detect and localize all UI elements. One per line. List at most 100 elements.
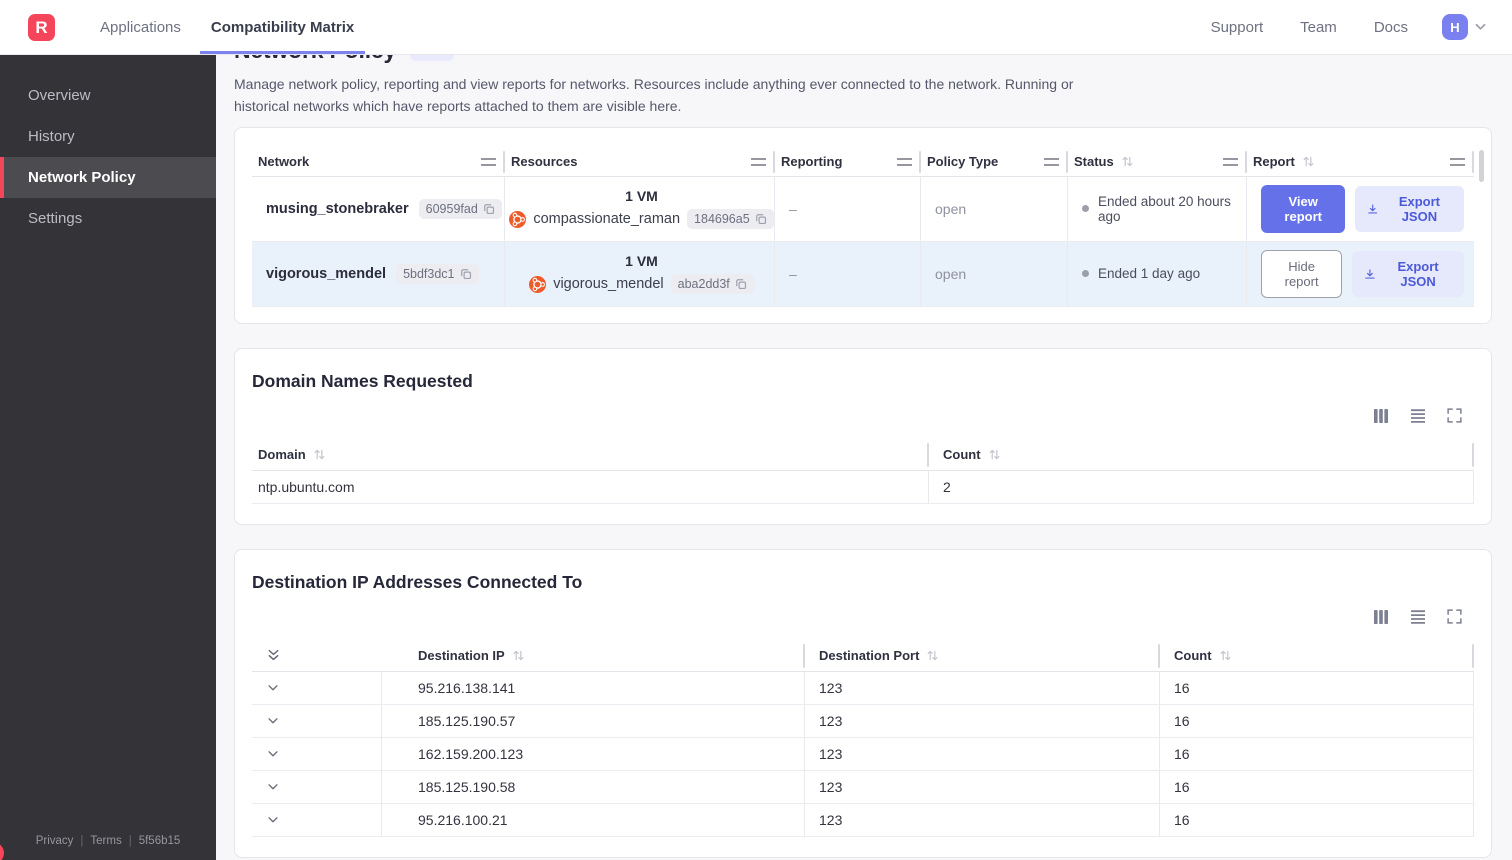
app-logo[interactable]: R xyxy=(28,14,55,41)
nav-link-support[interactable]: Support xyxy=(1211,19,1264,36)
sort-icon[interactable] xyxy=(1302,156,1315,167)
column-header-network: Network xyxy=(252,148,505,176)
resize-handle-icon[interactable] xyxy=(897,157,912,166)
network-name: musing_stonebraker xyxy=(266,200,409,217)
destination-port-value: 123 xyxy=(805,803,1160,836)
copy-id-badge[interactable]: 60959fad xyxy=(418,198,502,219)
sort-icon[interactable] xyxy=(926,650,939,661)
build-hash: 5f56b15 xyxy=(138,835,181,847)
resize-handle-icon[interactable] xyxy=(481,157,496,166)
footer-divider: | xyxy=(128,835,132,847)
domain-table-header: Domain Count xyxy=(252,440,1474,471)
sidebar-item-network-policy[interactable]: Network Policy xyxy=(0,157,216,198)
export-json-button[interactable]: Export JSON xyxy=(1355,185,1464,232)
logo-letter: R xyxy=(35,17,48,37)
resize-handle-icon[interactable] xyxy=(1223,157,1238,166)
nav-link-team[interactable]: Team xyxy=(1300,19,1337,36)
sort-icon[interactable] xyxy=(512,650,525,661)
fullscreen-icon[interactable] xyxy=(1447,609,1462,624)
expand-row-button[interactable] xyxy=(252,671,382,704)
column-header-policy-type: Policy Type xyxy=(921,148,1068,176)
status-dot xyxy=(1082,270,1089,278)
sidebar-item-settings[interactable]: Settings xyxy=(0,198,216,239)
column-header-resources: Resources xyxy=(505,148,775,176)
network-id: 5bdf3dc1 xyxy=(403,266,455,281)
top-navbar: R Applications Compatibility Matrix Supp… xyxy=(0,0,1512,55)
hide-report-button[interactable]: Hide report xyxy=(1261,249,1343,298)
column-label[interactable]: Status xyxy=(1074,154,1114,169)
network-table-row[interactable]: vigorous_mendel 5bdf3dc1 1 VM vigorous_m… xyxy=(252,241,1474,307)
tab-applications[interactable]: Applications xyxy=(89,0,192,54)
column-label[interactable]: Count xyxy=(1174,648,1212,663)
policy-type-value: open xyxy=(921,176,1068,241)
column-label[interactable]: Report xyxy=(1253,154,1295,169)
network-table-row[interactable]: musing_stonebraker 60959fad 1 VM compass… xyxy=(252,176,1474,242)
column-header-report: Report xyxy=(1247,148,1474,176)
download-icon xyxy=(1368,204,1378,214)
copy-id-badge[interactable]: aba2dd3f xyxy=(670,274,754,295)
network-name: vigorous_mendel xyxy=(266,265,387,282)
sidebar-item-overview[interactable]: Overview xyxy=(0,75,216,116)
policy-type-value: open xyxy=(921,241,1068,306)
expand-row-button[interactable] xyxy=(252,770,382,803)
privacy-link[interactable]: Privacy xyxy=(36,835,74,847)
column-label[interactable]: Count xyxy=(943,447,981,462)
column-label[interactable]: Reporting xyxy=(781,154,842,169)
expand-row-button[interactable] xyxy=(252,737,382,770)
chevron-down-icon xyxy=(268,750,278,757)
vm-count: 1 VM xyxy=(625,253,658,270)
tab-compatibility-matrix[interactable]: Compatibility Matrix xyxy=(199,0,366,54)
double-chevron-down-icon[interactable] xyxy=(266,648,281,663)
destination-port-value: 123 xyxy=(805,770,1160,803)
sort-icon[interactable] xyxy=(988,449,1001,460)
chevron-down-icon[interactable] xyxy=(1475,23,1486,31)
page-description: Manage network policy, reporting and vie… xyxy=(234,76,1074,115)
ubuntu-icon xyxy=(529,275,547,293)
export-json-button[interactable]: Export JSON xyxy=(1352,250,1464,297)
sidebar-item-history[interactable]: History xyxy=(0,116,216,157)
count-value: 16 xyxy=(1160,803,1474,836)
expand-row-button[interactable] xyxy=(252,803,382,836)
copy-icon xyxy=(483,203,494,214)
fullscreen-icon[interactable] xyxy=(1447,408,1462,423)
vm-id: 184696a5 xyxy=(694,212,750,227)
nav-link-docs[interactable]: Docs xyxy=(1374,19,1408,36)
resize-handle-icon[interactable] xyxy=(751,157,766,166)
sort-icon[interactable] xyxy=(1219,650,1232,661)
copy-id-badge[interactable]: 184696a5 xyxy=(687,209,774,230)
expand-row-button[interactable] xyxy=(252,704,382,737)
table-scrollbar[interactable] xyxy=(1479,149,1484,182)
copy-id-badge[interactable]: 5bdf3dc1 xyxy=(396,263,479,284)
count-value: 16 xyxy=(1160,704,1474,737)
count-value: 16 xyxy=(1160,770,1474,803)
sort-icon[interactable] xyxy=(1121,156,1134,167)
avatar[interactable]: H xyxy=(1442,14,1468,40)
view-report-button[interactable]: View report xyxy=(1261,184,1346,233)
resize-handle-icon[interactable] xyxy=(1044,157,1059,166)
network-table-header: Network Resources Reporting Policy Type … xyxy=(252,148,1474,177)
destination-table-row: 185.125.190.57 123 16 xyxy=(252,704,1474,738)
destination-table-row: 95.216.138.141 123 16 xyxy=(252,671,1474,705)
vm-name: vigorous_mendel xyxy=(553,276,664,293)
column-label[interactable]: Destination IP xyxy=(418,648,505,663)
column-label[interactable]: Destination Port xyxy=(819,648,919,663)
column-label[interactable]: Policy Type xyxy=(927,154,998,169)
destination-table-row: 185.125.190.58 123 16 xyxy=(252,770,1474,804)
columns-icon[interactable] xyxy=(1373,408,1389,424)
copy-icon xyxy=(460,268,471,279)
reporting-value: – xyxy=(775,241,921,306)
column-label[interactable]: Network xyxy=(258,154,309,169)
terms-link[interactable]: Terms xyxy=(90,835,121,847)
columns-icon[interactable] xyxy=(1373,609,1389,625)
destination-ip-value: 185.125.190.58 xyxy=(382,770,805,803)
resize-handle-icon[interactable] xyxy=(1450,157,1465,166)
copy-icon xyxy=(735,279,746,290)
column-label[interactable]: Resources xyxy=(511,154,577,169)
destination-ips-card: Destination IP Addresses Connected To De… xyxy=(234,548,1492,858)
rows-icon[interactable] xyxy=(1410,408,1426,424)
sort-icon[interactable] xyxy=(313,449,326,460)
rows-icon[interactable] xyxy=(1410,609,1426,625)
main-content: Network Policy Beta Manage network polic… xyxy=(216,0,1512,858)
primary-nav: Applications Compatibility Matrix xyxy=(85,0,369,54)
column-label[interactable]: Domain xyxy=(258,447,306,462)
